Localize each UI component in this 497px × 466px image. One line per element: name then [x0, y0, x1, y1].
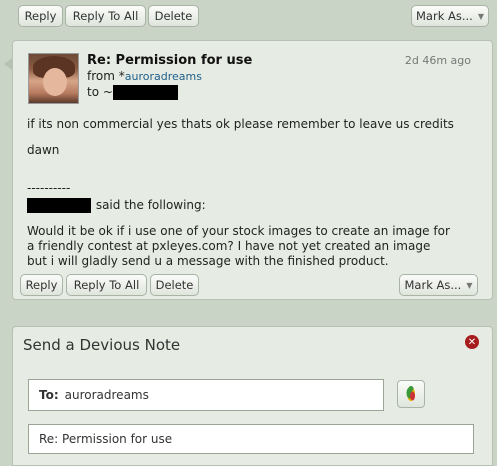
redacted-recipient — [112, 85, 178, 100]
reply-button-bottom[interactable]: Reply — [20, 274, 63, 296]
note-to-field[interactable]: To: auroradreams — [28, 379, 384, 411]
avatar[interactable] — [28, 53, 79, 104]
chevron-down-icon: ▼ — [466, 280, 473, 290]
message-from: from *auroradreams — [87, 69, 202, 83]
mark-as-label: Mark As... — [416, 9, 473, 23]
quote-separator: ---------- — [27, 181, 71, 195]
delete-button-bottom[interactable]: Delete — [150, 274, 199, 296]
quote-said-label: said the following: — [95, 198, 206, 212]
quote-line: Would it be ok if i use one of your stoc… — [27, 224, 450, 238]
quote-header: said the following: — [27, 198, 206, 213]
redacted-sender — [27, 198, 91, 213]
message-to: to ~ — [87, 85, 178, 100]
quote-line: a friendly contest at pxleyes.com? I hav… — [27, 239, 431, 253]
message-body-line: if its non commercial yes thats ok pleas… — [27, 117, 454, 131]
contacts-button[interactable] — [397, 380, 425, 408]
from-prefix: from * — [87, 69, 125, 83]
message-signature: dawn — [27, 143, 60, 157]
mark-as-button[interactable]: Mark As... ▼ — [411, 5, 489, 27]
message-time: 2d 46m ago — [404, 54, 471, 67]
chevron-down-icon: ▼ — [477, 11, 484, 21]
reply-button[interactable]: Reply — [18, 5, 63, 27]
from-user-link[interactable]: auroradreams — [125, 70, 202, 83]
contacts-icon — [406, 386, 415, 401]
note-to-value: auroradreams — [64, 388, 149, 402]
note-to-label: To: — [39, 388, 59, 402]
quote-line: but i will gladly send u a message with … — [27, 254, 389, 268]
panel-pointer — [4, 58, 12, 70]
note-subject-value: Re: Permission for use — [39, 432, 173, 446]
reply-to-all-button[interactable]: Reply To All — [65, 5, 146, 27]
mark-as-label: Mark As... — [404, 278, 462, 292]
delete-button[interactable]: Delete — [148, 5, 199, 27]
close-icon[interactable]: ✕ — [465, 335, 479, 349]
to-prefix: to ~ — [87, 85, 113, 99]
avatar-face — [43, 68, 67, 96]
message-subject: Re: Permission for use — [87, 53, 253, 68]
send-note-title: Send a Devious Note — [23, 336, 181, 354]
reply-to-all-button-bottom[interactable]: Reply To All — [66, 274, 147, 296]
note-subject-field[interactable]: Re: Permission for use — [28, 424, 474, 454]
mark-as-button-bottom[interactable]: Mark As... ▼ — [399, 274, 478, 296]
